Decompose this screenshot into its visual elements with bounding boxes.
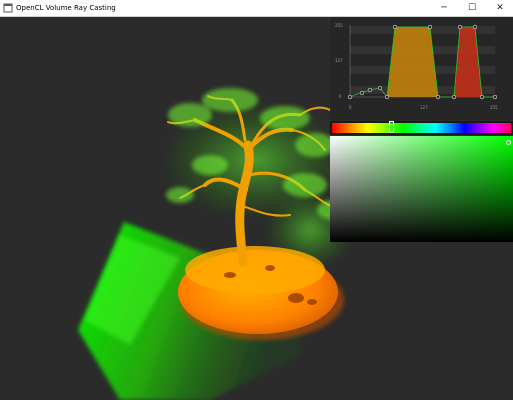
- pot-rim: [185, 246, 325, 294]
- red-band: [454, 27, 482, 97]
- value-gradient: [330, 136, 513, 242]
- app-icon: [3, 3, 13, 13]
- pot-hole: [265, 265, 275, 271]
- y-tick-label: 127: [335, 58, 343, 63]
- color-picker-cursor[interactable]: [506, 140, 511, 145]
- transfer-function-editor[interactable]: 255 127 0 0 127 255: [330, 17, 513, 120]
- hue-selector-handle[interactable]: [389, 121, 394, 133]
- orange-band: [387, 27, 438, 97]
- x-tick-label: 255: [490, 105, 498, 110]
- y-tick-label: 255: [335, 23, 343, 28]
- x-tick-label: 0: [349, 105, 352, 110]
- pot-hole: [307, 299, 317, 305]
- hue-gradient[interactable]: [332, 123, 511, 133]
- window-title: OpenCL Volume Ray Casting: [16, 4, 116, 12]
- y-tick-label: 0: [339, 94, 342, 99]
- title-bar: OpenCL Volume Ray Casting ─ ☐ ✕: [0, 0, 513, 17]
- color-picker[interactable]: [330, 136, 513, 242]
- hue-color-bar[interactable]: [330, 121, 513, 135]
- minimize-button[interactable]: ─: [433, 0, 455, 16]
- pot-hole: [224, 272, 236, 278]
- x-tick-label: 127: [420, 105, 428, 110]
- pot-hole: [288, 293, 304, 303]
- close-button[interactable]: ✕: [489, 0, 511, 16]
- maximize-button[interactable]: ☐: [461, 0, 483, 16]
